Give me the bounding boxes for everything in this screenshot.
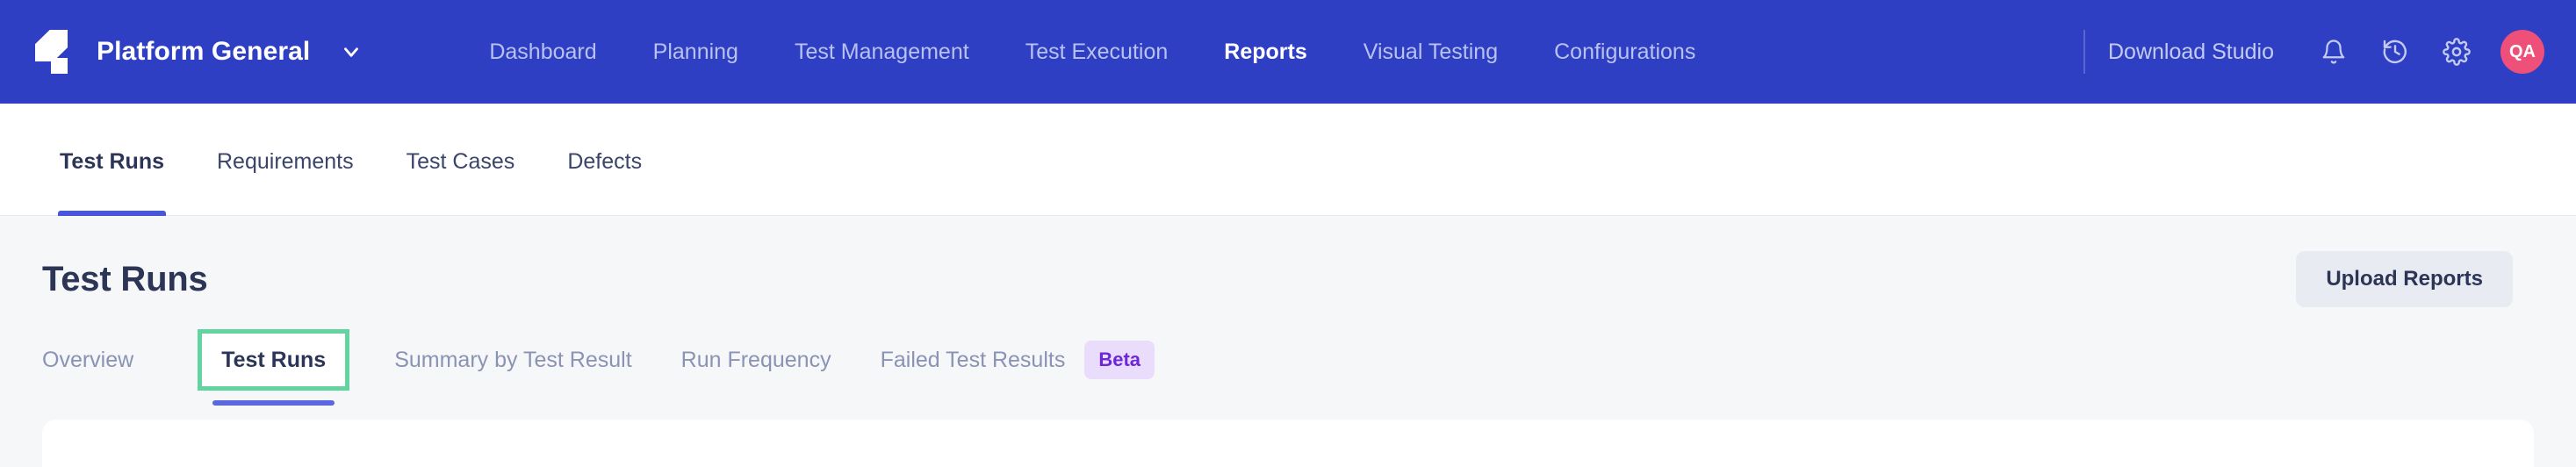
nav-divider <box>2083 30 2085 74</box>
nav-link-test-execution[interactable]: Test Execution <box>997 40 1197 65</box>
download-studio-link[interactable]: Download Studio <box>2108 40 2274 65</box>
top-nav-right-cluster: Download Studio QA <box>2075 27 2544 76</box>
katalon-logo-icon <box>33 30 77 74</box>
nav-link-visual-testing[interactable]: Visual Testing <box>1335 40 1526 65</box>
chevron-down-icon[interactable] <box>340 40 363 63</box>
upload-reports-button[interactable]: Upload Reports <box>2296 251 2513 307</box>
workspace-name: Platform General <box>97 37 310 67</box>
secondary-tab-bar: Test Runs Requirements Test Cases Defect… <box>0 104 2576 216</box>
page-header: Test Runs Upload Reports <box>0 216 2544 307</box>
tab-test-cases[interactable]: Test Cases <box>380 104 542 216</box>
nav-link-planning[interactable]: Planning <box>625 40 766 65</box>
user-avatar[interactable]: QA <box>2500 30 2544 74</box>
nav-link-test-management[interactable]: Test Management <box>766 40 997 65</box>
page-body: Test Runs Upload Reports Overview Test R… <box>0 216 2576 466</box>
notification-bell-icon[interactable] <box>2309 27 2358 76</box>
tab-test-runs[interactable]: Test Runs <box>33 104 191 216</box>
primary-nav-links: Dashboard Planning Test Management Test … <box>461 40 1723 65</box>
tab-defects[interactable]: Defects <box>541 104 668 216</box>
nav-link-reports[interactable]: Reports <box>1196 40 1335 65</box>
top-navigation-bar: Platform General Dashboard Planning Test… <box>0 0 2576 104</box>
beta-badge[interactable]: Beta <box>1084 341 1155 379</box>
nav-link-dashboard[interactable]: Dashboard <box>461 40 624 65</box>
page-title: Test Runs <box>42 260 208 299</box>
workspace-switcher[interactable]: Platform General <box>33 30 363 74</box>
report-tab-run-frequency[interactable]: Run Frequency <box>681 333 831 387</box>
gear-settings-icon[interactable] <box>2432 27 2481 76</box>
history-clock-icon[interactable] <box>2371 27 2420 76</box>
report-tab-strip: Overview Test Runs Summary by Test Resul… <box>0 307 2544 388</box>
report-content-card <box>42 420 2534 467</box>
tab-requirements[interactable]: Requirements <box>191 104 380 216</box>
report-tab-failed-test-results[interactable]: Failed Test Results <box>881 333 1066 387</box>
report-tab-test-runs[interactable]: Test Runs <box>202 334 345 386</box>
report-tab-summary-by-test-result[interactable]: Summary by Test Result <box>394 333 631 387</box>
report-tab-overview[interactable]: Overview <box>42 333 133 387</box>
nav-link-configurations[interactable]: Configurations <box>1526 40 1723 65</box>
